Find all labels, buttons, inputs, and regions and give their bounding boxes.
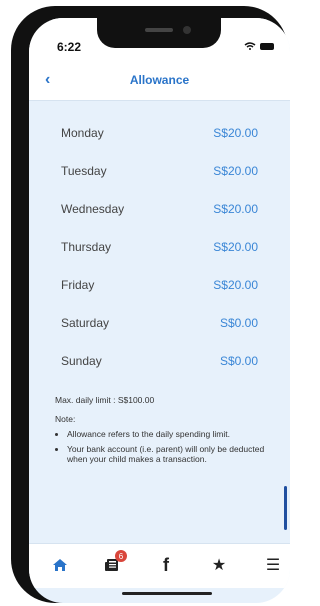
app-screen: 6:22 ‹ Allowance Monday S$20.00 Tuesday … bbox=[29, 18, 290, 603]
note-label: Note: bbox=[55, 414, 76, 424]
camera bbox=[183, 26, 191, 34]
phone-frame: 6:22 ‹ Allowance Monday S$20.00 Tuesday … bbox=[11, 6, 290, 603]
allowance-row: Tuesday S$20.00 bbox=[61, 152, 258, 190]
note-item: Allowance refers to the daily spending l… bbox=[67, 429, 270, 439]
scrollbar-thumb[interactable] bbox=[284, 486, 287, 530]
day-label: Monday bbox=[61, 126, 104, 140]
amount-value[interactable]: S$20.00 bbox=[213, 202, 258, 216]
amount-value[interactable]: S$20.00 bbox=[213, 126, 258, 140]
info-section: Max. daily limit : S$100.00 Note: Allowa… bbox=[55, 395, 270, 470]
day-label: Thursday bbox=[61, 240, 112, 254]
allowance-row: Sunday S$0.00 bbox=[61, 342, 258, 380]
day-label: Saturday bbox=[61, 316, 110, 330]
status-bar: 6:22 bbox=[29, 18, 290, 62]
amount-value[interactable]: S$20.00 bbox=[213, 278, 258, 292]
page-title: Allowance bbox=[129, 73, 190, 87]
home-indicator[interactable] bbox=[122, 592, 212, 595]
allowance-row: Monday S$20.00 bbox=[61, 114, 258, 152]
status-time: 6:22 bbox=[57, 40, 82, 54]
menu-icon: ☰ bbox=[265, 557, 281, 574]
allowance-row: Thursday S$20.00 bbox=[61, 228, 258, 266]
amount-value[interactable]: S$20.00 bbox=[213, 164, 258, 178]
wifi-icon bbox=[244, 42, 256, 50]
amount-value[interactable]: S$20.00 bbox=[213, 240, 258, 254]
status-icons bbox=[244, 42, 274, 50]
day-label: Sunday bbox=[61, 354, 102, 368]
notification-badge: 6 bbox=[115, 550, 127, 562]
tab-home[interactable] bbox=[49, 554, 71, 576]
tab-facebook[interactable]: f bbox=[155, 554, 177, 576]
speaker bbox=[145, 28, 173, 32]
home-icon bbox=[53, 559, 67, 571]
day-label: Wednesday bbox=[61, 202, 125, 216]
star-icon: ★ bbox=[211, 557, 227, 574]
allowance-row: Wednesday S$20.00 bbox=[61, 190, 258, 228]
battery-icon bbox=[260, 42, 274, 50]
day-label: Tuesday bbox=[61, 164, 107, 178]
facebook-icon: f bbox=[163, 554, 169, 575]
amount-value[interactable]: S$0.00 bbox=[220, 354, 258, 368]
note-item: Your bank account (i.e. parent) will onl… bbox=[67, 444, 270, 464]
allowance-row: Saturday S$0.00 bbox=[61, 304, 258, 342]
tab-menu[interactable]: ☰ bbox=[262, 554, 284, 576]
max-daily-limit: Max. daily limit : S$100.00 bbox=[55, 395, 155, 405]
allowance-list: Monday S$20.00 Tuesday S$20.00 Wednesday… bbox=[61, 114, 258, 380]
allowance-row: Friday S$20.00 bbox=[61, 266, 258, 304]
notch bbox=[97, 18, 221, 48]
amount-value[interactable]: S$0.00 bbox=[220, 316, 258, 330]
tab-favorites[interactable]: ★ bbox=[208, 554, 230, 576]
tab-bar: 6 f ★ ☰ bbox=[29, 543, 290, 588]
day-label: Friday bbox=[61, 278, 95, 292]
nav-bar: ‹ Allowance bbox=[29, 62, 290, 101]
note-list: Allowance refers to the daily spending l… bbox=[55, 429, 270, 465]
